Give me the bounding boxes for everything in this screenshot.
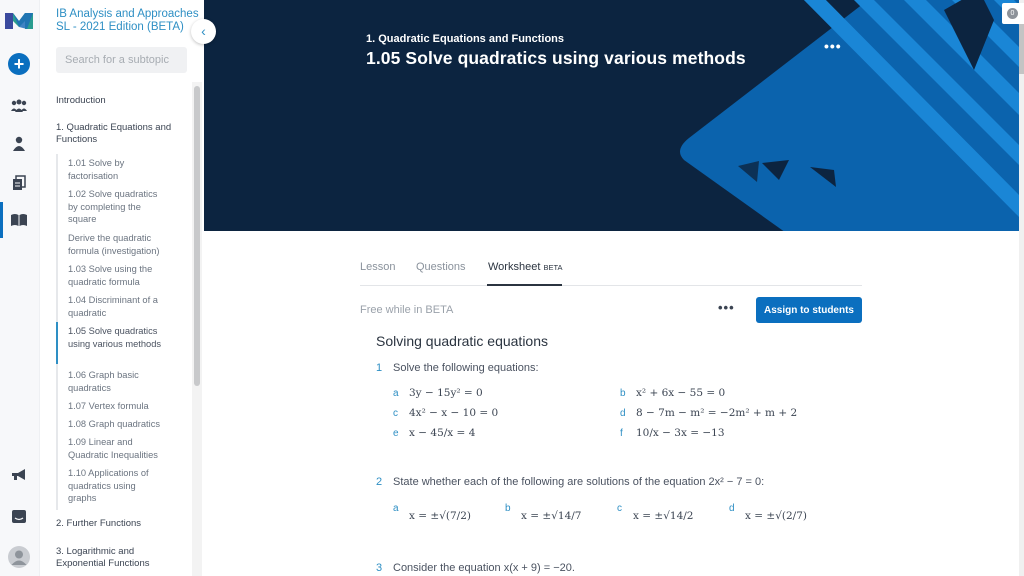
equation-text: x = ±√14/7 <box>521 510 582 522</box>
equation-1f: 10/x − 3x = −13 <box>636 427 725 439</box>
page-scrollbar-thumb[interactable] <box>1019 24 1024 74</box>
profile-icon[interactable] <box>10 135 28 153</box>
equation-2a: x = ±√(7/2) <box>409 510 471 522</box>
equation-1c: 4x² − x − 10 = 0 <box>409 407 498 419</box>
avatar-icon[interactable] <box>8 546 30 568</box>
logo-icon[interactable] <box>5 9 33 31</box>
worksheet-more-button[interactable]: ••• <box>718 300 735 315</box>
subtopic-item[interactable]: 1.03 Solve using the quadratic formula <box>68 263 164 288</box>
equation-2d: x = ±√(2/7) <box>745 510 807 522</box>
sidebar-scrollbar-thumb[interactable] <box>194 86 200 386</box>
chat-icon[interactable] <box>10 508 28 526</box>
breadcrumb[interactable]: 1. Quadratic Equations and Functions <box>366 33 564 45</box>
tab-questions[interactable]: Questions <box>416 261 466 273</box>
equation-text: 4x² − x − 10 = 0 <box>409 407 499 419</box>
tab-lesson[interactable]: Lesson <box>360 261 395 273</box>
equation-2b: x = ±√14/7 <box>521 510 581 522</box>
subtopic-item[interactable]: 1.07 Vertex formula <box>68 400 164 413</box>
page-scrollbar[interactable] <box>1019 0 1024 576</box>
equation-text: 3y − 15y² = 0 <box>409 387 483 399</box>
question-number: 3 <box>376 562 383 574</box>
subtopic-item[interactable]: 1.10 Applications of quadratics using gr… <box>68 467 164 505</box>
part-label-a: a <box>393 388 399 399</box>
announcement-icon[interactable] <box>10 466 28 484</box>
notification-badge[interactable]: 0 <box>1002 3 1024 24</box>
tab-worksheet-label: Worksheet <box>488 261 541 273</box>
collapse-sidebar-button[interactable]: ‹ <box>191 19 216 44</box>
equation-text: x = ±√(2/7) <box>745 510 807 522</box>
part-label-e: e <box>393 428 399 439</box>
documents-icon[interactable] <box>10 174 28 192</box>
worksheet-title: Solving quadratic equations <box>376 333 549 349</box>
page-title: 1.05 Solve quadratics using various meth… <box>366 48 746 68</box>
equation-text: 8 − 7m − m² = −2m² + m + 2 <box>636 407 798 419</box>
question-text: Solve the following equations: <box>393 362 539 374</box>
part-label-d: d <box>620 408 626 419</box>
sidebar-item-chapter-1[interactable]: 1. Quadratic Equations and Functions <box>56 122 176 146</box>
part-label-c: c <box>617 503 622 514</box>
question-number: 1 <box>376 362 383 374</box>
equation-text: x² + 6x − 55 = 0 <box>636 387 726 399</box>
part-label-b: b <box>620 388 626 399</box>
equation-1b: x² + 6x − 55 = 0 <box>636 387 725 399</box>
beta-badge: BETA <box>543 263 563 272</box>
part-label-d: d <box>729 503 735 514</box>
rail-active-indicator <box>0 202 3 238</box>
book-icon[interactable] <box>10 211 28 229</box>
app: + IB Analysis and Approaches SL - 2021 E… <box>0 0 1024 576</box>
content-tabs: Lesson Questions Worksheet BETA <box>360 258 862 286</box>
icon-rail: + <box>0 0 40 576</box>
active-tab-underline <box>487 284 562 286</box>
subtopic-item[interactable]: 1.09 Linear and Quadratic Inequalities <box>68 436 168 461</box>
subtopic-item[interactable]: 1.02 Solve quadratics by completing the … <box>68 188 164 226</box>
sidebar-item-chapter-2[interactable]: 2. Further Functions <box>56 518 176 530</box>
part-label-c: c <box>393 408 398 419</box>
equation-text: x − 45/x = 4 <box>409 427 476 439</box>
sidebar-item-introduction[interactable]: Introduction <box>56 95 176 107</box>
equation-1d: 8 − 7m − m² = −2m² + m + 2 <box>636 407 797 419</box>
subtopic-item[interactable]: 1.01 Solve by factorisation <box>68 157 164 182</box>
part-label-f: f <box>620 428 623 439</box>
part-label-a: a <box>393 503 399 514</box>
header-more-button[interactable]: ••• <box>824 38 842 54</box>
subtopic-item[interactable]: 1.08 Graph quadratics <box>68 418 164 431</box>
equation-text: x = ±√14/2 <box>633 510 694 522</box>
question-text: State whether each of the following are … <box>393 476 765 488</box>
subtopic-item[interactable]: 1.04 Discriminant of a quadratic <box>68 294 164 319</box>
subtopic-search-input[interactable] <box>56 47 187 73</box>
equation-text: x = ±√(7/2) <box>409 510 471 522</box>
free-beta-text: Free while in BETA <box>360 304 454 316</box>
question-text: Consider the equation x(x + 9) = −20. <box>393 562 575 574</box>
subtopic-item-active[interactable]: 1.05 Solve quadratics using various meth… <box>68 325 164 350</box>
sidebar-item-chapter-3[interactable]: 3. Logarithmic and Exponential Functions <box>56 546 176 570</box>
subtopic-item[interactable]: Derive the quadratic formula (investigat… <box>68 232 168 257</box>
course-title[interactable]: IB Analysis and Approaches SL - 2021 Edi… <box>56 8 201 34</box>
assign-to-students-button[interactable]: Assign to students <box>756 297 862 323</box>
classes-icon[interactable] <box>10 97 28 115</box>
equation-1a: 3y − 15y² = 0 <box>409 387 483 399</box>
part-label-b: b <box>505 503 511 514</box>
equation-2c: x = ±√14/2 <box>633 510 693 522</box>
subtopic-item[interactable]: 1.06 Graph basic quadratics <box>68 369 164 394</box>
subtopic-list: 1.01 Solve by factorisation 1.02 Solve q… <box>56 154 186 510</box>
equation-text: 10/x − 3x = −13 <box>636 427 725 439</box>
question-number: 2 <box>376 476 383 488</box>
header-banner: 1. Quadratic Equations and Functions 1.0… <box>204 0 1019 231</box>
equation-1e: x − 45/x = 4 <box>409 427 475 439</box>
tab-worksheet[interactable]: Worksheet BETA <box>488 261 562 273</box>
active-subtopic-indicator <box>56 322 58 364</box>
add-icon[interactable]: + <box>8 53 30 75</box>
banner-decoration <box>680 0 1019 231</box>
notification-count: 0 <box>1007 8 1018 19</box>
sidebar: IB Analysis and Approaches SL - 2021 Edi… <box>40 0 204 576</box>
